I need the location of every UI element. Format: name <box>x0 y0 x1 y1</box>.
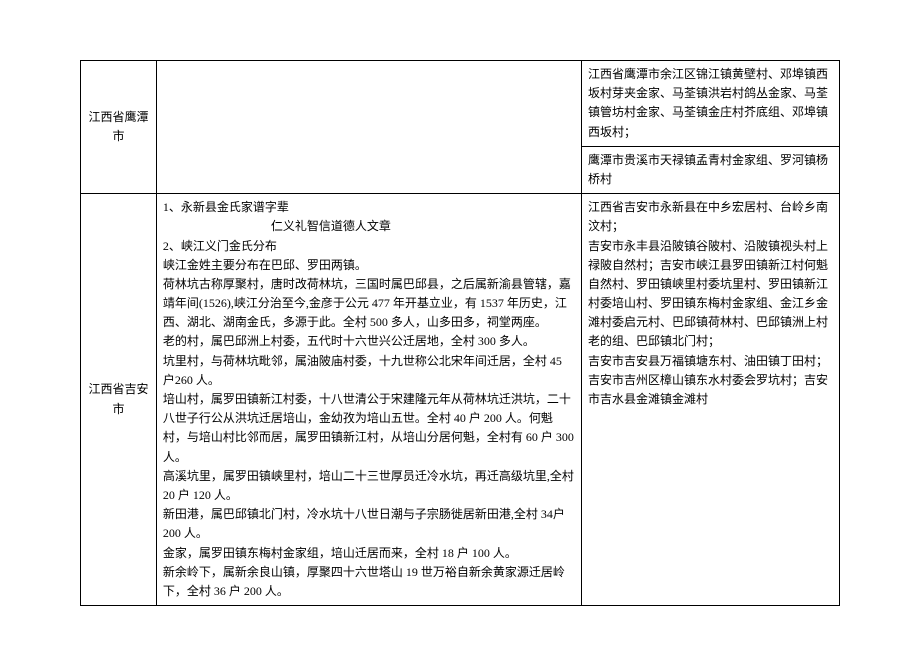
text-line: 高溪坑里，属罗田镇峡里村，培山二十三世厚员迁冷水坑，再迁高级坑里,全村 20 户… <box>163 469 574 502</box>
region-cell: 江西省鹰潭市 <box>81 61 157 194</box>
text-line: 1、永新县金氏家谱字辈 <box>163 200 289 214</box>
text-line: 2、峡江义门金氏分布 <box>163 239 277 253</box>
location-cell: 鹰潭市贵溪市天禄镇孟青村金家组、罗河镇杨桥村 <box>581 146 839 193</box>
table-row: 江西省鹰潭市 江西省鹰潭市余江区锦江镇黄壁村、邓埠镇西坂村芽夹金家、马荃镇洪岩村… <box>81 61 840 147</box>
location-cell: 江西省吉安市永新县在中乡宏居村、台岭乡南汶村； 吉安市永丰县沿陂镇谷陂村、沿陂镇… <box>581 194 839 606</box>
text-line: 峡江金姓主要分布在巴邱、罗田两镇。 <box>163 258 367 272</box>
location-cell: 江西省鹰潭市余江区锦江镇黄壁村、邓埠镇西坂村芽夹金家、马荃镇洪岩村鸽丛金家、马荃… <box>581 61 839 147</box>
text-line: 坑里村，与荷林坑毗邻，属油陂庙村委，十九世称公北宋年间迁居，全村 45 户260… <box>163 354 562 387</box>
text-line: 荷林坑古称厚聚村，唐时改荷林坑，三国时属巴邱县，之后属新渝县管辖，嘉靖年间(15… <box>163 277 571 329</box>
text-line: 金家，属罗田镇东梅村金家组，培山迁居而来，全村 18 户 100 人。 <box>163 546 517 560</box>
text-line: 培山村，属罗田镇新江村委，十八世清公于宋建隆元年从荷林坑迁洪坑，二十八世子行公从… <box>163 392 574 464</box>
content-cell: 1、永新县金氏家谱字辈 仁义礼智信道德人文章 2、峡江义门金氏分布 峡江金姓主要… <box>156 194 581 606</box>
text-line: 老的村，属巴邱洲上村委，五代时十六世兴公迁居地，全村 300 多人。 <box>163 334 535 348</box>
region-cell: 江西省吉安市 <box>81 194 157 606</box>
data-table: 江西省鹰潭市 江西省鹰潭市余江区锦江镇黄壁村、邓埠镇西坂村芽夹金家、马荃镇洪岩村… <box>80 60 840 606</box>
text-line: 新田港，属巴邱镇北门村，冷水坑十八世日潮与子宗肠徙居新田港,全村 34户 200… <box>163 507 565 540</box>
content-cell <box>156 61 581 194</box>
text-line: 新余岭下，属新余良山镇，厚聚四十六世塔山 19 世万裕自新余黄家源迁居岭下，全村… <box>163 565 565 598</box>
text-line: 仁义礼智信道德人文章 <box>163 219 391 233</box>
table-row: 江西省吉安市 1、永新县金氏家谱字辈 仁义礼智信道德人文章 2、峡江义门金氏分布… <box>81 194 840 606</box>
